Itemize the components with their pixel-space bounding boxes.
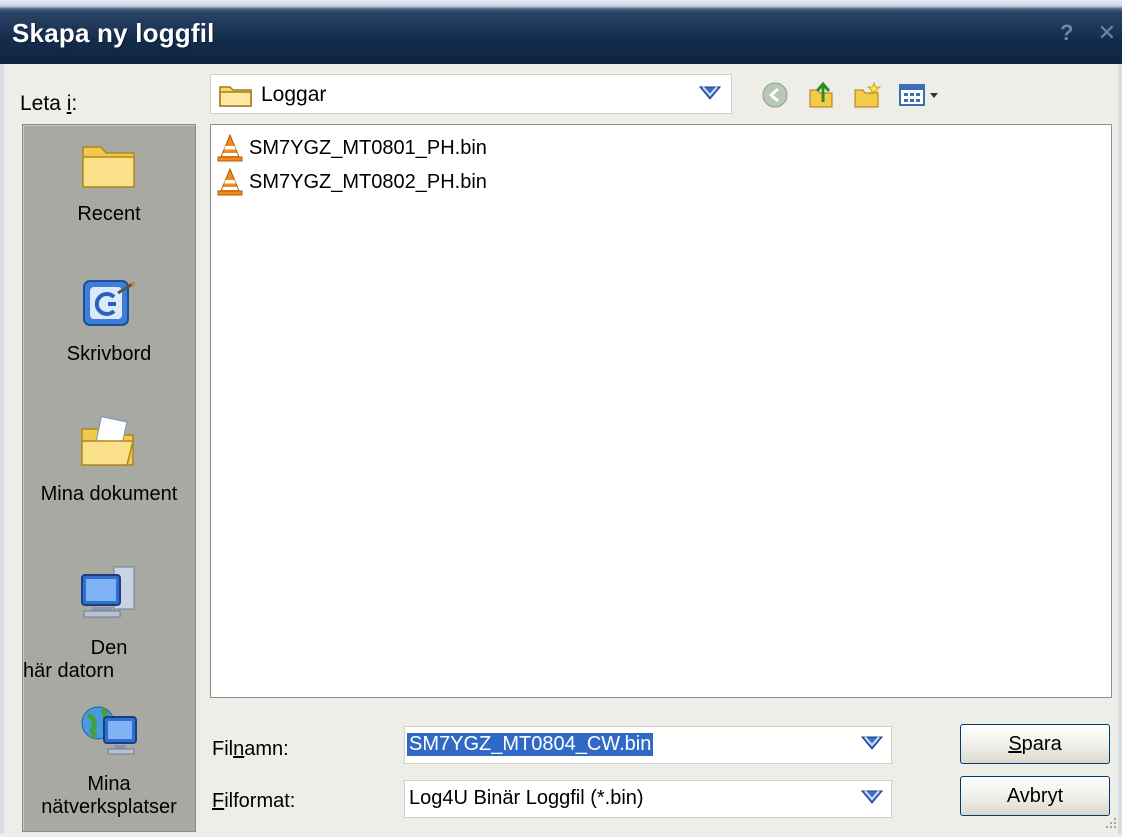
place-my-documents[interactable]: Mina dokument xyxy=(23,415,195,506)
place-label: Skrivbord xyxy=(66,343,152,365)
place-desktop[interactable]: Skrivbord xyxy=(23,275,195,366)
vlc-file-icon xyxy=(215,133,245,163)
place-label-line2: nätverksplatser xyxy=(41,796,177,818)
list-item[interactable]: SM7YGZ_MT0801_PH.bin xyxy=(215,133,487,163)
place-label-line1: Den xyxy=(90,637,128,659)
view-menu-icon[interactable] xyxy=(896,78,944,112)
places-bar: Recent Skrivbord Mina dokument Den här d… xyxy=(22,124,196,832)
place-label-line1: Mina xyxy=(87,773,131,795)
back-icon[interactable] xyxy=(758,78,792,112)
file-name: SM7YGZ_MT0802_PH.bin xyxy=(249,170,487,193)
title-bar: Skapa ny loggfil ? ✕ xyxy=(0,0,1122,64)
file-type-value: Log4U Binär Loggfil (*.bin) xyxy=(409,787,644,809)
window-frame-right xyxy=(1118,64,1122,834)
look-in-value: Loggar xyxy=(261,83,327,106)
chevron-down-icon[interactable] xyxy=(859,785,885,814)
folder-icon xyxy=(219,83,253,112)
chevron-down-icon[interactable] xyxy=(697,81,723,110)
save-button[interactable]: Spara xyxy=(960,724,1110,764)
recent-folder-icon xyxy=(23,139,195,197)
window-title: Skapa ny loggfil xyxy=(12,18,215,48)
list-item[interactable]: SM7YGZ_MT0802_PH.bin xyxy=(215,167,487,197)
chevron-down-icon[interactable] xyxy=(859,731,885,760)
place-label-line2: här datorn xyxy=(23,660,115,682)
place-recent[interactable]: Recent xyxy=(23,139,195,226)
file-name-input[interactable]: SM7YGZ_MT0804_CW.bin xyxy=(404,726,892,764)
up-folder-icon[interactable] xyxy=(804,78,838,112)
cancel-button[interactable]: Avbryt xyxy=(960,776,1110,816)
place-label: Recent xyxy=(77,203,141,225)
desktop-icon xyxy=(23,275,195,337)
look-in-label: Leta i: xyxy=(20,92,78,115)
my-computer-icon xyxy=(23,563,195,631)
vlc-file-icon xyxy=(215,167,245,197)
my-documents-icon xyxy=(23,415,195,477)
new-folder-icon[interactable] xyxy=(850,78,884,112)
title-buttons: ? ✕ xyxy=(1042,20,1116,46)
file-type-label: Filformat: xyxy=(212,790,296,812)
file-name-label: Filnamn: xyxy=(212,738,289,760)
help-button[interactable]: ? xyxy=(1060,20,1073,45)
window-frame-left xyxy=(0,64,4,834)
file-list[interactable]: SM7YGZ_MT0801_PH.bin SM7YGZ_MT0802_PH.bi… xyxy=(210,124,1112,698)
file-name: SM7YGZ_MT0801_PH.bin xyxy=(249,136,487,159)
look-in-dropdown[interactable]: Loggar xyxy=(210,74,732,114)
place-my-computer[interactable]: Den här datorn xyxy=(23,563,195,683)
close-button[interactable]: ✕ xyxy=(1098,20,1116,45)
place-network[interactable]: Mina nätverksplatser xyxy=(23,701,195,819)
place-label: Mina dokument xyxy=(40,483,178,505)
network-places-icon xyxy=(23,701,195,767)
file-type-dropdown[interactable]: Log4U Binär Loggfil (*.bin) xyxy=(404,780,892,818)
resize-grip-icon[interactable] xyxy=(1100,814,1118,832)
file-name-value: SM7YGZ_MT0804_CW.bin xyxy=(407,733,654,756)
